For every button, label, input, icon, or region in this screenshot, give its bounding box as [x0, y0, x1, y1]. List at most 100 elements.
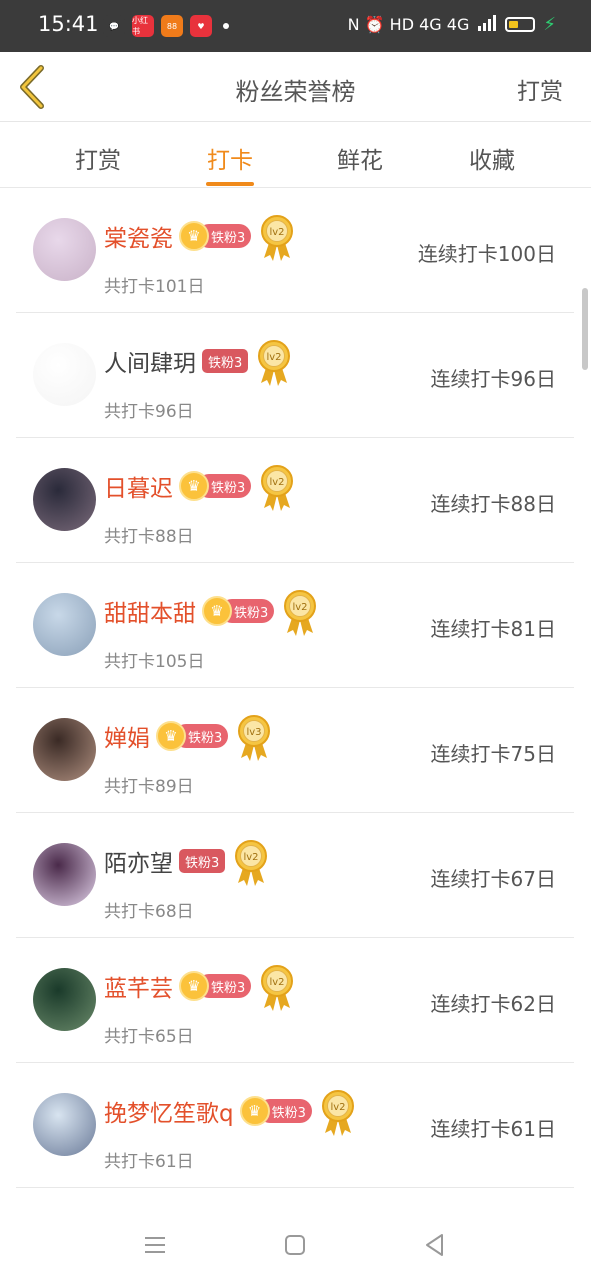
tab-label: 鲜花	[337, 148, 383, 174]
signal-icon	[477, 14, 497, 35]
crown-icon: ♛	[179, 471, 209, 501]
fan-badge-group: ♛ 铁粉3	[179, 971, 252, 1001]
name-line: 日暮迟 ♛ 铁粉3 lv2	[104, 465, 295, 511]
total-checkins: 共打卡61日	[104, 1152, 194, 1172]
fan-name[interactable]: 婵娟	[104, 719, 150, 753]
fan-name[interactable]: 甜甜本甜	[104, 594, 196, 628]
fan-badge-group: ♛ 铁粉3	[202, 596, 275, 626]
name-line: 蓝芊芸 ♛ 铁粉3 lv2	[104, 965, 295, 1011]
status-bar: 15:41 💬 小红书 88 ♥ N ⏰ HD 4G 4G ⚡	[0, 0, 591, 52]
medal-icon: lv2	[284, 590, 317, 636]
name-line: 甜甜本甜 ♛ 铁粉3 lv2	[104, 590, 318, 636]
menu-button[interactable]	[140, 1230, 170, 1260]
avatar[interactable]	[33, 218, 96, 281]
fan-row[interactable]: 人间肆玥 铁粉3 lv2 共打卡96日 连续打卡96日	[16, 313, 574, 438]
avatar[interactable]	[33, 468, 96, 531]
tab-1[interactable]: 打卡	[180, 141, 280, 186]
medal-icon: lv2	[321, 1090, 354, 1136]
total-checkins: 共打卡88日	[104, 527, 194, 547]
header: 粉丝荣誉榜 打赏	[0, 52, 591, 122]
status-app-icons: 💬 小红书 88 ♥	[103, 15, 229, 37]
medal-icon: lv2	[258, 340, 291, 386]
crown-icon: ♛	[239, 1096, 270, 1126]
avatar[interactable]	[33, 718, 96, 781]
medal-level: lv2	[330, 1102, 345, 1113]
streak-checkins: 连续打卡96日	[430, 367, 556, 391]
fan-name[interactable]: 蓝芊芸	[104, 969, 173, 1003]
fan-level-badge: 铁粉3	[179, 849, 226, 873]
medal-icon: lv2	[261, 215, 294, 261]
medal-level: lv2	[270, 977, 285, 988]
active-tab-indicator	[206, 182, 254, 186]
app-red-icon: ♥	[190, 15, 212, 37]
status-indicators: N ⏰ HD 4G 4G ⚡	[348, 14, 556, 35]
back-nav-button[interactable]	[420, 1230, 450, 1260]
medal-icon: lv3	[238, 715, 271, 761]
fan-name[interactable]: 陌亦望	[104, 844, 173, 878]
medal-icon: lv2	[235, 840, 268, 886]
scrollbar[interactable]	[582, 288, 588, 370]
tab-0[interactable]: 打赏	[48, 141, 148, 175]
home-button[interactable]	[280, 1230, 310, 1260]
streak-checkins: 连续打卡62日	[430, 992, 556, 1016]
fan-badge-group: ♛ 铁粉3	[179, 221, 252, 251]
name-line: 陌亦望 铁粉3 lv2	[104, 840, 269, 886]
streak-checkins: 连续打卡88日	[430, 492, 556, 516]
app-orange-icon: 88	[161, 15, 183, 37]
fan-row[interactable]: 甜甜本甜 ♛ 铁粉3 lv2 共打卡105日 连续打卡81日	[16, 563, 574, 688]
name-line: 人间肆玥 铁粉3 lv2	[104, 340, 292, 386]
total-checkins: 共打卡68日	[104, 902, 194, 922]
tab-bar: 打赏 打卡 鲜花 收藏	[0, 123, 591, 188]
crown-icon: ♛	[179, 971, 209, 1001]
fan-row[interactable]: 挽梦忆笙歌q ♛ 铁粉3 lv2 共打卡61日 连续打卡61日	[16, 1063, 574, 1188]
menu-icon	[145, 1237, 165, 1253]
page-title: 粉丝荣誉榜	[235, 78, 356, 106]
fan-name[interactable]: 人间肆玥	[104, 344, 196, 378]
medal-icon: lv2	[261, 965, 294, 1011]
tab-label: 打赏	[75, 148, 121, 174]
avatar[interactable]	[33, 843, 96, 906]
tab-label: 收藏	[469, 148, 515, 174]
medal-level: lv3	[247, 727, 262, 738]
streak-checkins: 连续打卡75日	[430, 742, 556, 766]
avatar[interactable]	[33, 1093, 96, 1156]
fan-badge-group: 铁粉3	[179, 849, 226, 873]
streak-checkins: 连续打卡61日	[430, 1117, 556, 1141]
name-line: 挽梦忆笙歌q ♛ 铁粉3 lv2	[104, 1090, 356, 1136]
tab-2[interactable]: 鲜花	[310, 141, 410, 175]
xiaohongshu-icon: 小红书	[132, 15, 154, 37]
avatar[interactable]	[33, 593, 96, 656]
fan-name[interactable]: 挽梦忆笙歌q	[104, 1094, 234, 1128]
avatar[interactable]	[33, 343, 96, 406]
streak-checkins: 连续打卡100日	[417, 242, 556, 266]
notification-dot	[223, 23, 229, 29]
tab-3[interactable]: 收藏	[442, 141, 542, 175]
fan-badge-group: 铁粉3	[202, 349, 249, 373]
avatar[interactable]	[33, 968, 96, 1031]
medal-level: lv2	[267, 352, 282, 363]
fan-name[interactable]: 棠瓷瓷	[104, 219, 173, 253]
fan-row[interactable]: 日暮迟 ♛ 铁粉3 lv2 共打卡88日 连续打卡88日	[16, 438, 574, 563]
fan-badge-group: ♛ 铁粉3	[179, 471, 252, 501]
fan-level-badge: 铁粉3	[202, 349, 249, 373]
wechat-icon: 💬	[103, 15, 125, 37]
fan-row[interactable]: 婵娟 ♛ 铁粉3 lv3 共打卡89日 连续打卡75日	[16, 688, 574, 813]
fan-row[interactable]: 陌亦望 铁粉3 lv2 共打卡68日 连续打卡67日	[16, 813, 574, 938]
medal-level: lv2	[270, 227, 285, 238]
fan-name[interactable]: 日暮迟	[104, 469, 173, 503]
fan-row[interactable]: 蓝芊芸 ♛ 铁粉3 lv2 共打卡65日 连续打卡62日	[16, 938, 574, 1063]
battery-icon	[505, 17, 536, 32]
medal-level: lv2	[270, 477, 285, 488]
status-indicator-text: N ⏰ HD 4G 4G	[347, 15, 470, 34]
total-checkins: 共打卡96日	[104, 402, 194, 422]
fan-row[interactable]: 棠瓷瓷 ♛ 铁粉3 lv2 共打卡101日 连续打卡100日	[16, 188, 574, 313]
total-checkins: 共打卡101日	[104, 277, 205, 297]
triangle-back-icon	[426, 1234, 443, 1256]
total-checkins: 共打卡65日	[104, 1027, 194, 1047]
medal-level: lv2	[244, 852, 259, 863]
charging-icon: ⚡	[543, 14, 556, 35]
tab-label: 打卡	[207, 148, 253, 174]
reward-button[interactable]: 打赏	[517, 72, 563, 106]
home-square-icon	[285, 1235, 305, 1255]
system-nav-bar	[0, 1208, 591, 1280]
